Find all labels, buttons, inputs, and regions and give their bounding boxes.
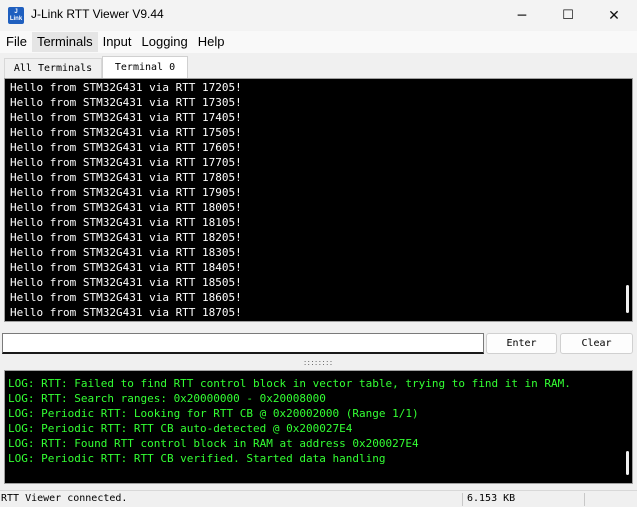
maximize-icon: ☐ xyxy=(562,8,574,23)
splitter-grip-icon: :::::::: xyxy=(303,358,334,367)
clear-button[interactable]: Clear xyxy=(560,333,633,354)
menu-logging[interactable]: Logging xyxy=(137,32,193,52)
terminal-line: Hello from STM32G431 via RTT 18705! xyxy=(10,306,242,319)
tab-terminal-0[interactable]: Terminal 0 xyxy=(102,56,188,78)
menu-input[interactable]: Input xyxy=(98,32,137,52)
terminal-line: Hello from STM32G431 via RTT 17805! xyxy=(10,171,242,184)
menu-help[interactable]: Help xyxy=(193,32,230,52)
terminal-line: Hello from STM32G431 via RTT 18005! xyxy=(10,201,242,214)
terminal-output[interactable]: Hello from STM32G431 via RTT 17205! Hell… xyxy=(4,78,633,322)
log-output[interactable]: LOG: RTT: Failed to find RTT control blo… xyxy=(4,370,633,484)
terminal-line: Hello from STM32G431 via RTT 17605! xyxy=(10,141,242,154)
log-lines: LOG: RTT: Failed to find RTT control blo… xyxy=(8,376,571,466)
terminal-line: Hello from STM32G431 via RTT 17405! xyxy=(10,111,242,124)
title-bar[interactable]: J Link J-Link RTT Viewer V9.44 ─ ☐ ✕ xyxy=(0,0,637,31)
log-line: LOG: RTT: Search ranges: 0x20000000 - 0x… xyxy=(8,392,326,405)
command-input-row: Enter Clear xyxy=(0,333,637,355)
pane-splitter[interactable]: :::::::: xyxy=(0,358,637,368)
terminal-lines: Hello from STM32G431 via RTT 17205! Hell… xyxy=(10,80,242,320)
close-button[interactable]: ✕ xyxy=(591,0,637,31)
terminal-line: Hello from STM32G431 via RTT 18305! xyxy=(10,246,242,259)
status-message: RTT Viewer connected. xyxy=(1,493,128,504)
log-line: LOG: Periodic RTT: RTT CB auto-detected … xyxy=(8,422,353,435)
log-scrollbar[interactable] xyxy=(621,371,632,483)
window-title: J-Link RTT Viewer V9.44 xyxy=(31,7,164,21)
terminal-tabs: All Terminals Terminal 0 xyxy=(0,56,637,78)
minimize-icon: ─ xyxy=(517,7,527,24)
app-icon-letter: J xyxy=(14,8,18,15)
terminal-line: Hello from STM32G431 via RTT 18605! xyxy=(10,291,242,304)
terminal-line: Hello from STM32G431 via RTT 18205! xyxy=(10,231,242,244)
menu-bar: File Terminals Input Logging Help xyxy=(0,31,637,53)
log-line: LOG: Periodic RTT: RTT CB verified. Star… xyxy=(8,452,386,465)
minimize-button[interactable]: ─ xyxy=(499,0,545,31)
terminal-line: Hello from STM32G431 via RTT 17305! xyxy=(10,96,242,109)
terminal-line: Hello from STM32G431 via RTT 18105! xyxy=(10,216,242,229)
terminal-line: Hello from STM32G431 via RTT 18505! xyxy=(10,276,242,289)
terminal-scroll-thumb[interactable] xyxy=(626,285,629,313)
close-icon: ✕ xyxy=(608,7,620,24)
maximize-button[interactable]: ☐ xyxy=(545,0,591,31)
command-input[interactable] xyxy=(2,333,484,354)
status-bar: RTT Viewer connected. 6.153 KB xyxy=(0,490,637,507)
terminal-line: Hello from STM32G431 via RTT 17205! xyxy=(10,81,242,94)
status-separator xyxy=(462,493,463,506)
jlink-app-icon: J Link xyxy=(8,7,24,24)
terminal-line: Hello from STM32G431 via RTT 18405! xyxy=(10,261,242,274)
log-line: LOG: Periodic RTT: Looking for RTT CB @ … xyxy=(8,407,419,420)
terminal-scrollbar[interactable] xyxy=(621,79,632,321)
terminal-line: Hello from STM32G431 via RTT 17905! xyxy=(10,186,242,199)
log-scroll-thumb[interactable] xyxy=(626,451,629,475)
menu-terminals[interactable]: Terminals xyxy=(31,32,98,52)
log-line: LOG: RTT: Failed to find RTT control blo… xyxy=(8,377,571,390)
status-data-size: 6.153 KB xyxy=(467,493,516,504)
terminal-line: Hello from STM32G431 via RTT 17705! xyxy=(10,156,242,169)
status-separator xyxy=(584,493,585,506)
terminal-line: Hello from STM32G431 via RTT 17505! xyxy=(10,126,242,139)
log-line: LOG: RTT: Found RTT control block in RAM… xyxy=(8,437,419,450)
enter-button[interactable]: Enter xyxy=(486,333,557,354)
menu-file[interactable]: File xyxy=(1,32,32,52)
app-icon-word: Link xyxy=(9,15,23,22)
tab-all-terminals[interactable]: All Terminals xyxy=(4,58,102,78)
